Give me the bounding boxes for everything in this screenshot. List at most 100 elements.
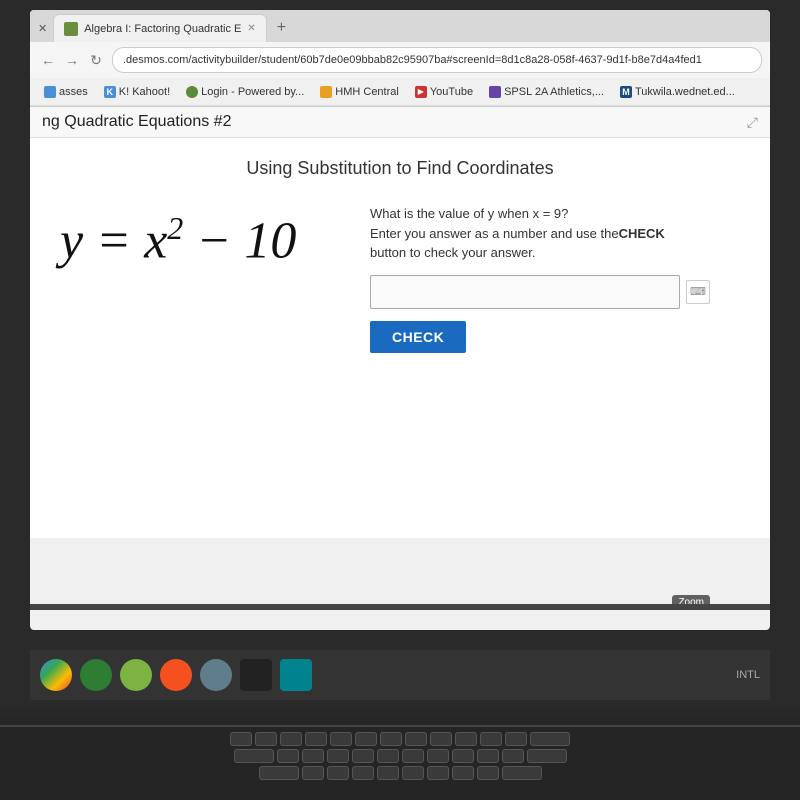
taskbar-icons — [40, 659, 312, 691]
key[interactable] — [480, 732, 502, 746]
back-button[interactable]: ← — [38, 50, 58, 70]
nav-buttons: ← → ↻ — [38, 50, 106, 70]
bookmark-hmh-label: HMH Central — [335, 86, 399, 98]
check-button[interactable]: CHECK — [370, 321, 466, 353]
bookmark-tukwila[interactable]: M Tukwila.wednet.ed... — [614, 84, 741, 100]
key[interactable] — [377, 766, 399, 780]
right-panel: What is the value of y when x = 9? Enter… — [370, 199, 740, 353]
taskbar-icon-4[interactable] — [200, 659, 232, 691]
key[interactable] — [255, 732, 277, 746]
reload-button[interactable]: ↻ — [86, 50, 106, 70]
key-row-3 — [20, 766, 780, 780]
key[interactable] — [377, 749, 399, 763]
taskbar-icon-1[interactable] — [80, 659, 112, 691]
key[interactable] — [455, 732, 477, 746]
active-tab[interactable]: Algebra I: Factoring Quadratic E ✕ — [53, 14, 267, 42]
problem-layout: y = x2 − 10 What is the value of y when … — [60, 199, 740, 353]
question-line2: Enter you answer as a number and use the — [370, 226, 619, 241]
key[interactable] — [502, 749, 524, 763]
bookmark-kahoot-icon: K — [104, 86, 116, 98]
expand-icon[interactable]: ⤢ — [747, 114, 758, 131]
laptop-body: ✕ Algebra I: Factoring Quadratic E ✕ + ←… — [0, 0, 800, 800]
bookmark-spsl-icon — [489, 86, 501, 98]
bookmark-tukwila-label: Tukwila.wednet.ed... — [635, 86, 735, 98]
bookmark-asses-label: asses — [59, 86, 88, 98]
key[interactable] — [280, 732, 302, 746]
key[interactable] — [505, 732, 527, 746]
page-title: ng Quadratic Equations #2 — [42, 113, 231, 131]
key[interactable] — [302, 749, 324, 763]
bookmark-asses-icon — [44, 86, 56, 98]
question-line3: button to check your answer. — [370, 245, 535, 260]
bookmarks-bar: asses K K! Kahoot! Login - Powered by...… — [30, 78, 770, 106]
key[interactable] — [452, 749, 474, 763]
tab-close-icon[interactable]: ✕ — [247, 23, 255, 34]
key[interactable] — [355, 732, 377, 746]
bookmark-spsl-label: SPSL 2A Athletics,... — [504, 86, 604, 98]
answer-input-row: ⌨ — [370, 275, 740, 309]
key[interactable] — [402, 749, 424, 763]
key-row-2 — [20, 749, 780, 763]
key[interactable] — [330, 732, 352, 746]
equation-exponent: 2 — [167, 210, 183, 246]
key[interactable] — [477, 749, 499, 763]
taskbar: INTL — [30, 650, 770, 700]
key-backspace[interactable] — [530, 732, 570, 746]
key[interactable] — [305, 732, 327, 746]
address-bar: ← → ↻ .desmos.com/activitybuilder/studen… — [30, 42, 770, 78]
bookmark-login-label: Login - Powered by... — [201, 86, 304, 98]
screen-area: ✕ Algebra I: Factoring Quadratic E ✕ + ←… — [30, 10, 770, 630]
key[interactable] — [427, 749, 449, 763]
key[interactable] — [427, 766, 449, 780]
new-tab-button[interactable]: + — [269, 14, 294, 42]
key[interactable] — [430, 732, 452, 746]
bookmark-youtube-icon: ▶ — [415, 86, 427, 98]
bookmark-youtube[interactable]: ▶ YouTube — [409, 84, 479, 100]
question-text: What is the value of y when x = 9? Enter… — [370, 204, 740, 263]
taskbar-right-label: INTL — [736, 669, 760, 681]
key-enter[interactable] — [527, 749, 567, 763]
key[interactable] — [405, 732, 427, 746]
taskbar-icon-3[interactable] — [160, 659, 192, 691]
answer-input[interactable] — [370, 275, 680, 309]
key[interactable] — [277, 749, 299, 763]
key[interactable] — [230, 732, 252, 746]
equation-rest: − 10 — [196, 212, 296, 269]
key[interactable] — [327, 766, 349, 780]
window-close-button[interactable]: ✕ — [34, 22, 51, 35]
equation-x: x — [144, 212, 167, 269]
key[interactable] — [402, 766, 424, 780]
taskbar-icon-6[interactable] — [280, 659, 312, 691]
bookmark-hmh[interactable]: HMH Central — [314, 84, 405, 100]
key[interactable] — [452, 766, 474, 780]
key-shift-left[interactable] — [259, 766, 299, 780]
url-text: .desmos.com/activitybuilder/student/60b7… — [123, 54, 702, 66]
key-tab[interactable] — [234, 749, 274, 763]
bookmark-kahoot-label: K! Kahoot! — [119, 86, 170, 98]
key[interactable] — [352, 766, 374, 780]
bookmark-kahoot[interactable]: K K! Kahoot! — [98, 84, 176, 100]
bookmark-login[interactable]: Login - Powered by... — [180, 84, 310, 100]
bookmark-spsl[interactable]: SPSL 2A Athletics,... — [483, 84, 610, 100]
bookmark-tukwila-icon: M — [620, 86, 632, 98]
bookmark-hmh-icon — [320, 86, 332, 98]
keyboard-rows — [0, 727, 800, 788]
key[interactable] — [302, 766, 324, 780]
key[interactable] — [352, 749, 374, 763]
key[interactable] — [477, 766, 499, 780]
url-field[interactable]: .desmos.com/activitybuilder/student/60b7… — [112, 47, 762, 73]
key[interactable] — [380, 732, 402, 746]
equation-display: y = x2 − 10 — [60, 199, 340, 283]
taskbar-icon-2[interactable] — [120, 659, 152, 691]
tab-title: Algebra I: Factoring Quadratic E — [84, 23, 241, 35]
question-check-highlight: CHECK — [619, 226, 665, 241]
input-keyboard-icon[interactable]: ⌨ — [686, 280, 710, 304]
bookmark-asses[interactable]: asses — [38, 84, 94, 100]
section-heading: Using Substitution to Find Coordinates — [60, 158, 740, 179]
tab-favicon — [64, 22, 78, 36]
forward-button[interactable]: → — [62, 50, 82, 70]
taskbar-icon-5[interactable] — [240, 659, 272, 691]
taskbar-chrome-icon[interactable] — [40, 659, 72, 691]
key-shift-right[interactable] — [502, 766, 542, 780]
key[interactable] — [327, 749, 349, 763]
